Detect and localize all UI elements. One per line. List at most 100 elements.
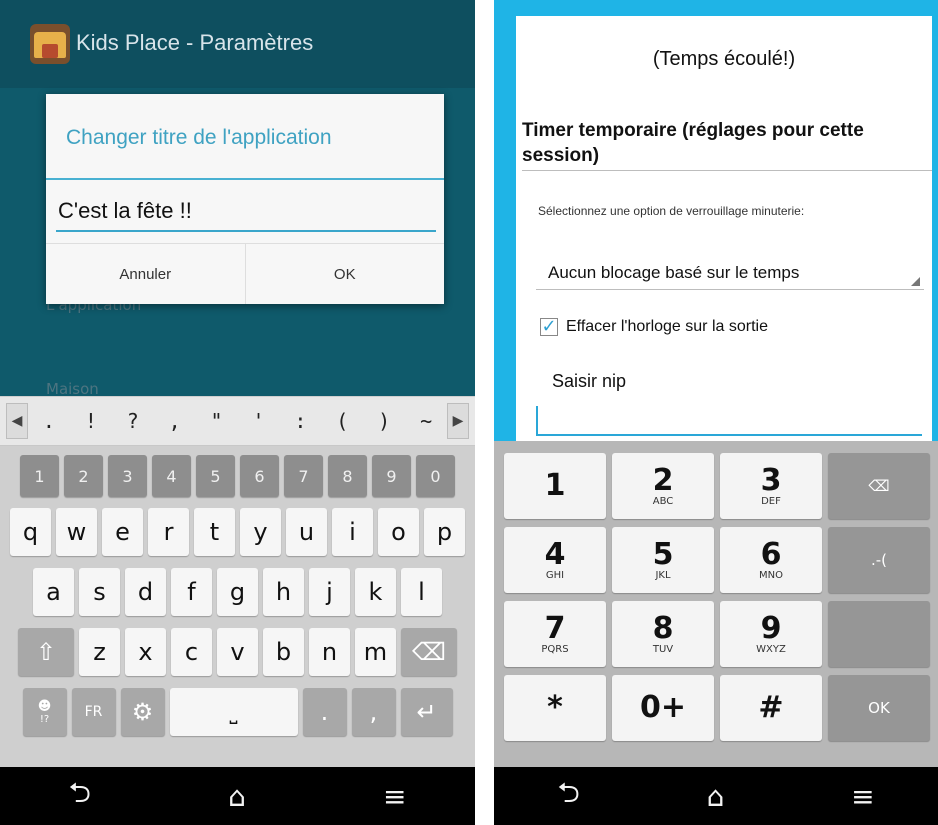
- symbol-key[interactable]: :: [279, 409, 321, 433]
- menu-icon[interactable]: ≡: [851, 780, 874, 813]
- key-6[interactable]: 6: [240, 455, 279, 497]
- lock-option-select[interactable]: Aucun blocage basé sur le temps: [536, 260, 924, 290]
- back-icon[interactable]: ⮌: [69, 772, 91, 820]
- key-4[interactable]: 4: [152, 455, 191, 497]
- symbol-key[interactable]: ): [363, 409, 405, 433]
- numpad-backspace[interactable]: ⌫: [828, 453, 930, 519]
- key-c[interactable]: c: [171, 628, 212, 676]
- numpad-key-3[interactable]: 3 DEF: [720, 453, 822, 519]
- key-9[interactable]: 9: [372, 455, 411, 497]
- comma-key[interactable]: ,: [351, 688, 396, 736]
- symbol-key[interactable]: .: [28, 409, 70, 433]
- key-b[interactable]: b: [263, 628, 304, 676]
- numpad-blank-key[interactable]: [828, 601, 930, 667]
- scroll-right-icon[interactable]: ▶: [447, 403, 470, 439]
- numpad-key-8[interactable]: 8 TUV: [612, 601, 714, 667]
- symbol-key[interactable]: ?: [112, 409, 154, 433]
- key-q[interactable]: q: [10, 508, 51, 556]
- key-n[interactable]: n: [309, 628, 350, 676]
- numpad-digit: 5: [652, 536, 674, 572]
- language-key[interactable]: FR: [71, 688, 116, 736]
- key-d[interactable]: d: [125, 568, 166, 616]
- symbol-key[interactable]: ": [196, 409, 238, 433]
- numpad-key-6[interactable]: 6 MNO: [720, 527, 822, 593]
- cancel-button[interactable]: Annuler: [46, 244, 245, 304]
- key-r[interactable]: r: [148, 508, 189, 556]
- symbol-key[interactable]: (: [321, 409, 363, 433]
- key-a[interactable]: a: [33, 568, 74, 616]
- key-z[interactable]: z: [79, 628, 120, 676]
- lock-option-label: Sélectionnez une option de verrouillage …: [538, 204, 805, 218]
- section-title: Timer temporaire (réglages pour cette se…: [522, 118, 932, 171]
- enter-key[interactable]: ↵: [400, 688, 453, 736]
- back-icon[interactable]: ⮌: [557, 772, 579, 820]
- pin-input[interactable]: [536, 406, 922, 436]
- backspace-key[interactable]: ⌫: [401, 628, 457, 676]
- key-5[interactable]: 5: [196, 455, 235, 497]
- symbol-key[interactable]: ~: [405, 409, 447, 433]
- scroll-left-icon[interactable]: ◀: [6, 403, 28, 439]
- key-s[interactable]: s: [79, 568, 120, 616]
- numpad-digit: *: [547, 690, 563, 725]
- numpad-hash-key[interactable]: #: [720, 675, 822, 741]
- key-p[interactable]: p: [424, 508, 465, 556]
- numpad-key-1[interactable]: 1: [504, 453, 606, 519]
- symbol-key[interactable]: !: [70, 409, 112, 433]
- pin-label: Saisir nip: [552, 371, 627, 391]
- symbol-key[interactable]: ': [238, 409, 280, 433]
- key-t[interactable]: t: [194, 508, 235, 556]
- ok-button[interactable]: OK: [244, 244, 445, 304]
- key-y[interactable]: y: [240, 508, 281, 556]
- settings-key[interactable]: ⚙: [120, 688, 165, 736]
- emoji-key[interactable]: ☻!?: [22, 688, 67, 736]
- symbol-key[interactable]: ,: [154, 409, 196, 433]
- numpad-digit: 9: [760, 610, 782, 646]
- checkbox-checked-icon[interactable]: ✓: [540, 318, 558, 336]
- home-icon[interactable]: ⌂: [707, 780, 725, 813]
- numpad-key-4[interactable]: 4 GHI: [504, 527, 606, 593]
- numpad-key-5[interactable]: 5 JKL: [612, 527, 714, 593]
- numpad-key-9[interactable]: 9 WXYZ: [720, 601, 822, 667]
- key-o[interactable]: o: [378, 508, 419, 556]
- navigation-bar: ⮌ ⌂ ≡: [494, 767, 938, 825]
- right-screen: (Temps écoulé!) Timer temporaire (réglag…: [494, 0, 938, 825]
- numpad-digit: 7: [544, 610, 566, 646]
- key-e[interactable]: e: [102, 508, 143, 556]
- clear-clock-checkbox-row[interactable]: ✓ Effacer l'horloge sur la sortie: [540, 318, 768, 336]
- key-0[interactable]: 0: [416, 455, 455, 497]
- key-m[interactable]: m: [355, 628, 396, 676]
- period-key[interactable]: .: [302, 688, 347, 736]
- key-g[interactable]: g: [217, 568, 258, 616]
- key-8[interactable]: 8: [328, 455, 367, 497]
- bottom-row: ☻!? FR ⚙ ⎵ . , ↵: [0, 688, 475, 736]
- numpad-ok-key[interactable]: OK: [828, 675, 930, 741]
- numpad-star-key[interactable]: *: [504, 675, 606, 741]
- space-key[interactable]: ⎵: [169, 688, 298, 736]
- numpad-smiley-key[interactable]: .-(: [828, 527, 930, 593]
- menu-icon[interactable]: ≡: [383, 780, 406, 813]
- numpad-key-2[interactable]: 2 ABC: [612, 453, 714, 519]
- key-u[interactable]: u: [286, 508, 327, 556]
- key-l[interactable]: l: [401, 568, 442, 616]
- key-w[interactable]: w: [56, 508, 97, 556]
- navigation-bar: ⮌ ⌂ ≡: [0, 767, 475, 825]
- key-1[interactable]: 1: [20, 455, 59, 497]
- space-bar-icon: ⎵: [229, 700, 238, 724]
- key-h[interactable]: h: [263, 568, 304, 616]
- numpad-letters: WXYZ: [756, 643, 786, 655]
- key-j[interactable]: j: [309, 568, 350, 616]
- enter-icon: ↵: [416, 698, 437, 726]
- home-icon[interactable]: ⌂: [228, 780, 246, 813]
- shift-key[interactable]: ⇧: [18, 628, 74, 676]
- numpad-key-7[interactable]: 7 PQRS: [504, 601, 606, 667]
- key-3[interactable]: 3: [108, 455, 147, 497]
- key-i[interactable]: i: [332, 508, 373, 556]
- app-title-input[interactable]: [56, 192, 436, 232]
- key-v[interactable]: v: [217, 628, 258, 676]
- numpad-key-0[interactable]: 0+: [612, 675, 714, 741]
- key-x[interactable]: x: [125, 628, 166, 676]
- key-f[interactable]: f: [171, 568, 212, 616]
- key-2[interactable]: 2: [64, 455, 103, 497]
- key-7[interactable]: 7: [284, 455, 323, 497]
- key-k[interactable]: k: [355, 568, 396, 616]
